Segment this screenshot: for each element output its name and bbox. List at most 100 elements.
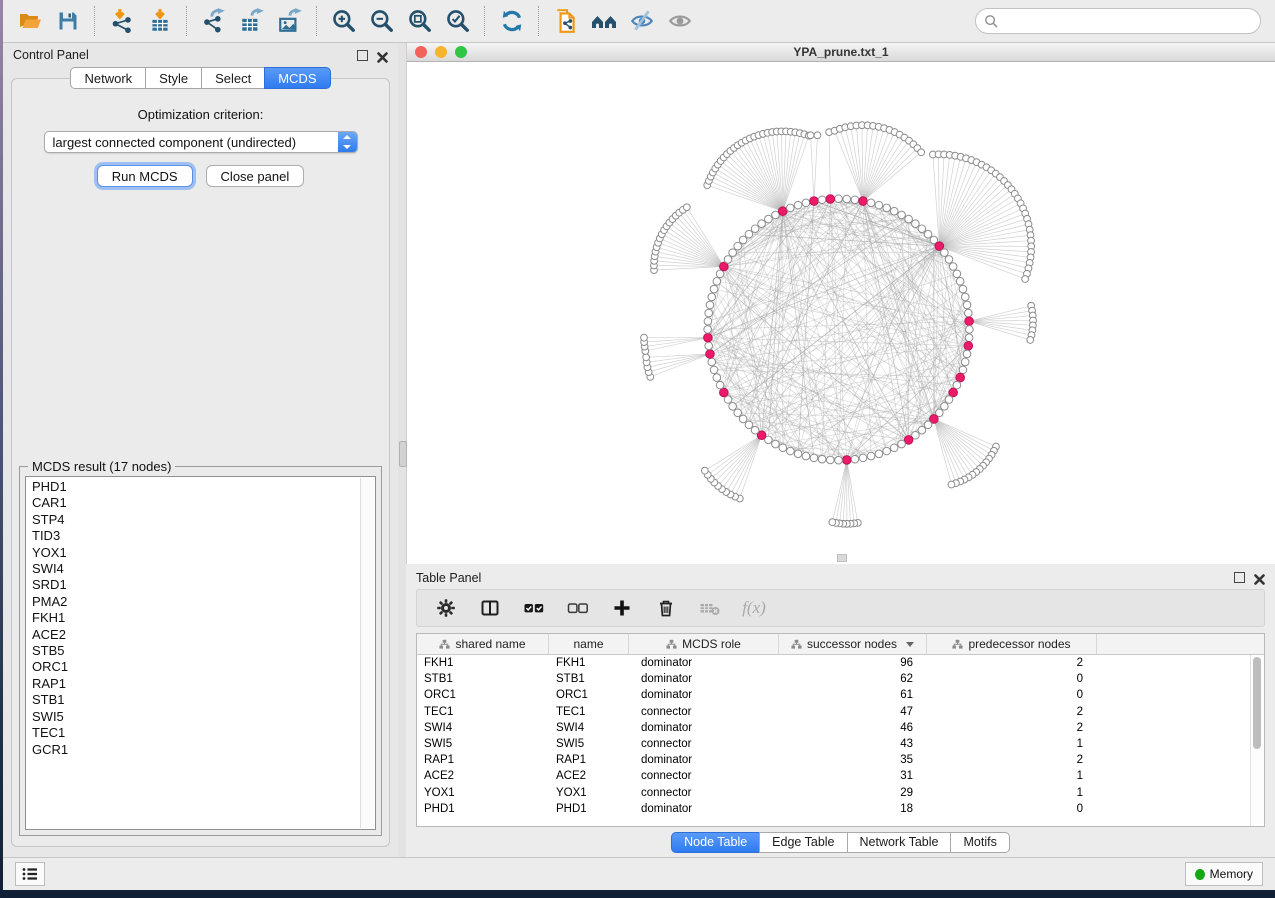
zoom-out-button[interactable]: [363, 4, 401, 38]
column-label: MCDS role: [682, 637, 741, 651]
zoom-in-button[interactable]: [325, 4, 363, 38]
import-network-button[interactable]: [103, 4, 141, 38]
export-table-button[interactable]: [233, 4, 271, 38]
table-row[interactable]: TEC1TEC1connector472: [417, 704, 1264, 720]
mcds-result-item[interactable]: SWI4: [32, 561, 359, 577]
criterion-value: largest connected component (undirected): [45, 135, 338, 150]
refresh-layout-button[interactable]: [493, 4, 531, 38]
network-overview-button[interactable]: [585, 4, 623, 38]
tab-network-table[interactable]: Network Table: [847, 832, 952, 853]
mcds-result-item[interactable]: CAR1: [32, 495, 359, 511]
mcds-result-item[interactable]: STP4: [32, 512, 359, 528]
control-panel-titlebar: Control Panel: [3, 43, 398, 67]
mcds-result-item[interactable]: ORC1: [32, 659, 359, 675]
float-panel-icon[interactable]: [357, 50, 368, 61]
column-label: successor nodes: [807, 637, 897, 651]
table-row[interactable]: SWI4SWI4dominator462: [417, 720, 1264, 736]
table-row[interactable]: YOX1YOX1connector291: [417, 785, 1264, 801]
table-cell: dominator: [629, 803, 779, 815]
mcds-result-item[interactable]: RAP1: [32, 676, 359, 692]
horizontal-splitter-grip[interactable]: [837, 554, 847, 562]
table-cell: PHD1: [417, 803, 549, 815]
table-row[interactable]: PHD1PHD1dominator180: [417, 801, 1264, 817]
task-history-button[interactable]: [15, 862, 45, 886]
show-graphics-button[interactable]: [661, 4, 699, 38]
table-cell: 29: [779, 787, 927, 799]
table-cell: 1: [927, 738, 1097, 750]
mcds-result-item[interactable]: ACE2: [32, 627, 359, 643]
table-settings-button[interactable]: [435, 597, 457, 619]
save-session-button[interactable]: [49, 4, 87, 38]
table-header-row: shared namename MCDS role successor nodes p…: [417, 634, 1264, 655]
delete-column-button[interactable]: [655, 597, 677, 619]
add-column-button[interactable]: [611, 597, 633, 619]
column-header-successor-nodes[interactable]: successor nodes: [779, 634, 927, 654]
mcds-result-item[interactable]: STB1: [32, 692, 359, 708]
mcds-result-item[interactable]: TID3: [32, 528, 359, 544]
mcds-list-scrollbar[interactable]: [360, 478, 374, 828]
tab-style[interactable]: Style: [145, 67, 202, 89]
close-panel-button[interactable]: Close panel: [206, 165, 305, 187]
close-panel-icon[interactable]: [377, 50, 388, 61]
minimize-window-button[interactable]: [435, 46, 447, 58]
table-cell: 2: [927, 706, 1097, 718]
run-mcds-button[interactable]: Run MCDS: [97, 165, 193, 187]
select-all-button[interactable]: [523, 597, 545, 619]
scrollbar-thumb[interactable]: [1253, 657, 1261, 749]
export-image-button[interactable]: [271, 4, 309, 38]
mcds-result-item[interactable]: SRD1: [32, 577, 359, 593]
mcds-result-item[interactable]: TEC1: [32, 725, 359, 741]
zoom-fit-icon: [407, 8, 433, 34]
column-header-predecessor-nodes[interactable]: predecessor nodes: [927, 634, 1097, 654]
zoom-window-button[interactable]: [455, 46, 467, 58]
import-table-button[interactable]: [141, 4, 179, 38]
deselect-all-button[interactable]: [567, 597, 589, 619]
delete-table-icon: [699, 598, 721, 618]
memory-button[interactable]: Memory: [1185, 862, 1263, 886]
mcds-result-item[interactable]: PMA2: [32, 594, 359, 610]
table-row[interactable]: ACE2ACE2connector311: [417, 768, 1264, 784]
tab-edge-table[interactable]: Edge Table: [759, 832, 847, 853]
table-row[interactable]: RAP1RAP1dominator352: [417, 752, 1264, 768]
zoom-selected-button[interactable]: [439, 4, 477, 38]
tab-motifs[interactable]: Motifs: [950, 832, 1009, 853]
table-row[interactable]: STB1STB1dominator620: [417, 671, 1264, 687]
toggle-panes-button[interactable]: [479, 597, 501, 619]
close-window-button[interactable]: [415, 46, 427, 58]
mcds-result-item[interactable]: FKH1: [32, 610, 359, 626]
tab-select[interactable]: Select: [201, 67, 265, 89]
spacer: [18, 187, 383, 466]
splitter-grip[interactable]: [399, 441, 407, 467]
table-cell: PHD1: [549, 803, 629, 815]
table-cell: 18: [779, 803, 927, 815]
mcds-result-item[interactable]: GCR1: [32, 742, 359, 758]
table-row[interactable]: SWI5SWI5connector431: [417, 736, 1264, 752]
hide-graphics-button[interactable]: [623, 4, 661, 38]
column-header-name[interactable]: name: [549, 634, 629, 654]
table-scrollbar[interactable]: [1250, 655, 1264, 826]
column-header-shared-name[interactable]: shared name: [417, 634, 549, 654]
column-header-MCDS-role[interactable]: MCDS role: [629, 634, 779, 654]
mcds-result-item[interactable]: YOX1: [32, 545, 359, 561]
network-canvas[interactable]: [407, 62, 1275, 564]
search-input[interactable]: [999, 13, 1252, 29]
mcds-result-list[interactable]: PHD1CAR1STP4TID3YOX1SWI4SRD1PMA2FKH1ACE2…: [25, 476, 376, 830]
zoom-fit-button[interactable]: [401, 4, 439, 38]
table-row[interactable]: ORC1ORC1dominator610: [417, 687, 1264, 703]
table-cell: 1: [927, 770, 1097, 782]
export-network-button[interactable]: [195, 4, 233, 38]
float-panel-icon[interactable]: [1234, 572, 1245, 583]
tab-node-table[interactable]: Node Table: [671, 832, 760, 853]
search-box[interactable]: [975, 8, 1261, 34]
open-network-button[interactable]: [11, 4, 49, 38]
tab-network[interactable]: Network: [70, 67, 146, 89]
clone-network-button[interactable]: [547, 4, 585, 38]
table-row[interactable]: FKH1FKH1dominator962: [417, 655, 1264, 671]
close-panel-icon[interactable]: [1254, 572, 1265, 583]
tab-mcds[interactable]: MCDS: [264, 67, 330, 89]
criterion-dropdown[interactable]: largest connected component (undirected): [44, 131, 358, 153]
mcds-result-item[interactable]: PHD1: [32, 479, 359, 495]
mcds-result-item[interactable]: SWI5: [32, 709, 359, 725]
vertical-splitter[interactable]: [398, 43, 406, 857]
mcds-result-item[interactable]: STB5: [32, 643, 359, 659]
